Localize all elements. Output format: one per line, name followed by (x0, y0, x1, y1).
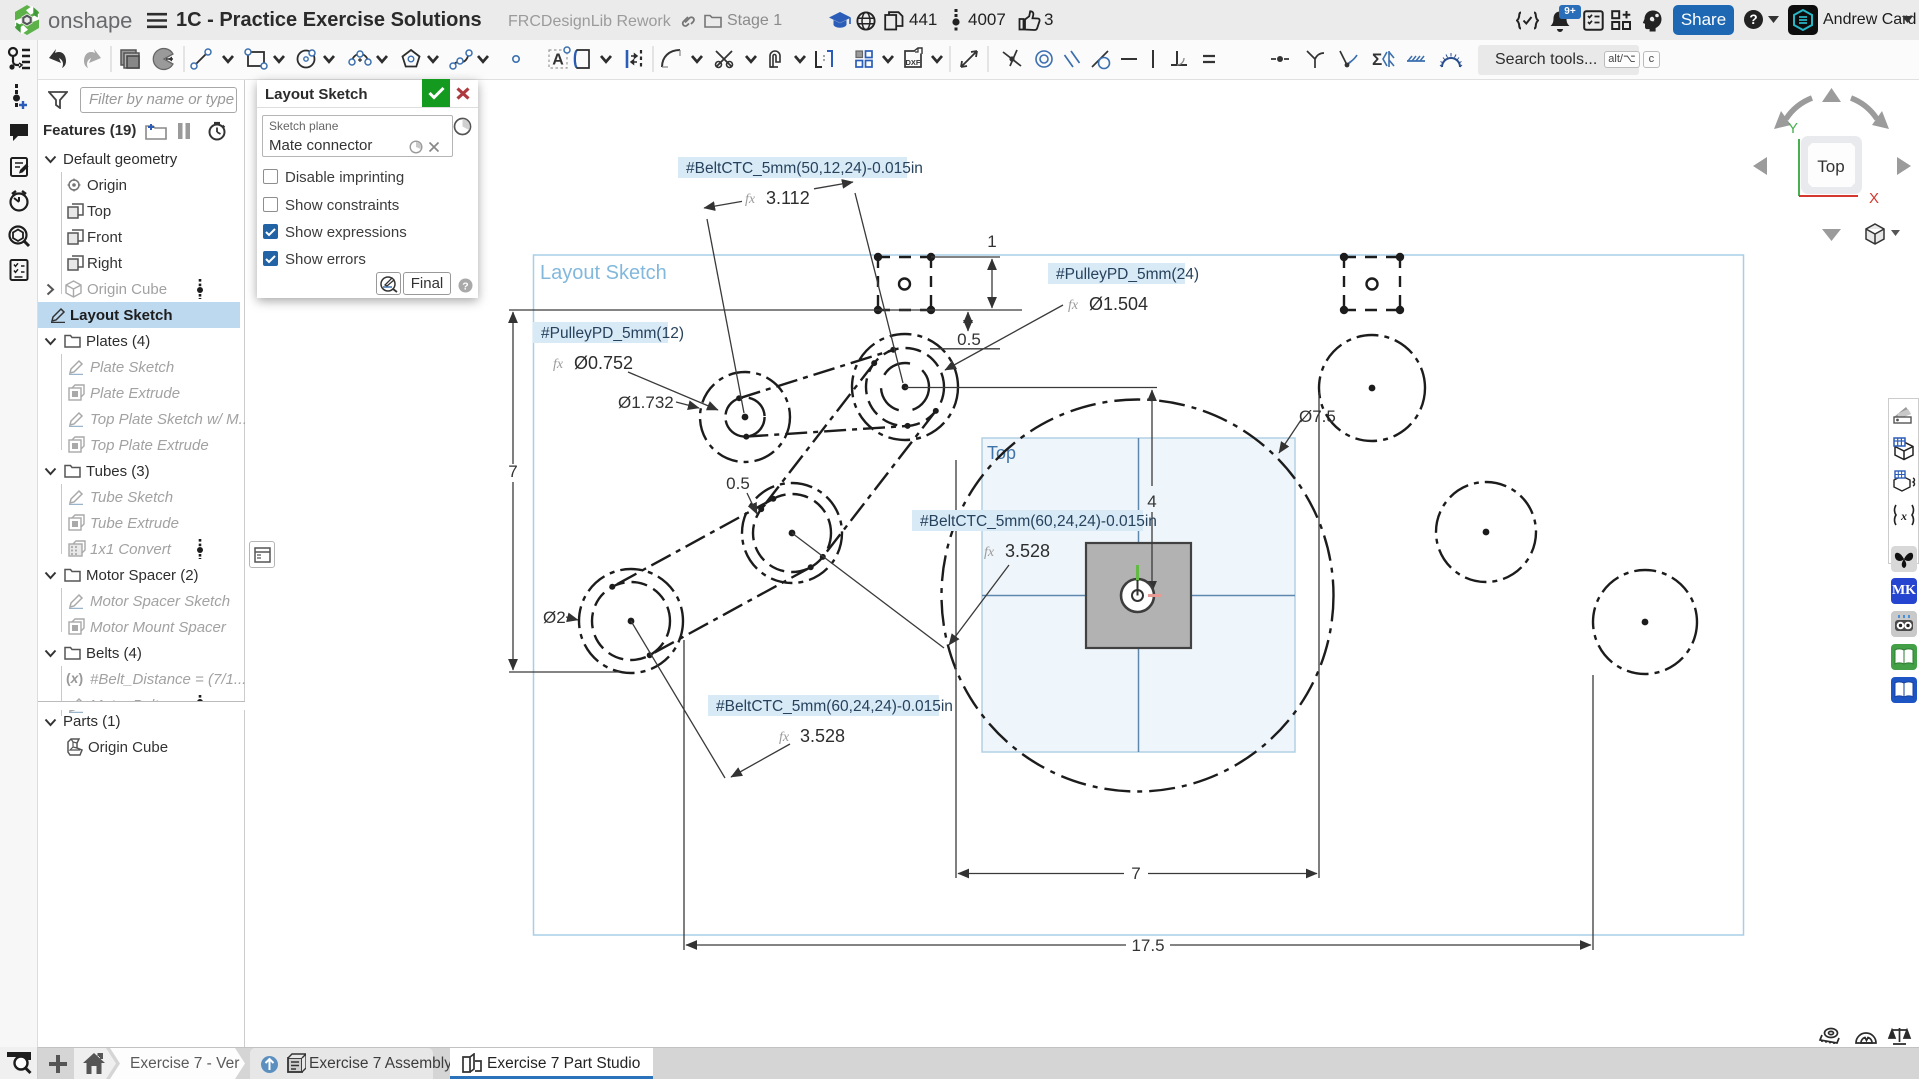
svg-text:0.5: 0.5 (726, 474, 750, 493)
svg-text:fx: fx (984, 545, 995, 560)
svg-text:?: ? (1749, 12, 1757, 27)
svg-text:fx: fx (1068, 298, 1079, 313)
svg-text:Y: Y (1788, 120, 1798, 137)
svg-text:17.5: 17.5 (1131, 936, 1164, 955)
svg-text:#PulleyPD_5mm(12): #PulleyPD_5mm(12) (541, 325, 684, 342)
svg-text:3.528: 3.528 (800, 726, 845, 746)
svg-text:3.112: 3.112 (766, 188, 810, 208)
svg-text:Ø1.504: Ø1.504 (1089, 294, 1148, 314)
svg-text:#BeltCTC_5mm(60,24,24)-0.015in: #BeltCTC_5mm(60,24,24)-0.015in (716, 698, 953, 715)
svg-text:DXF: DXF (906, 58, 921, 67)
svg-text:A: A (552, 52, 564, 69)
svg-text:Ø0.752: Ø0.752 (574, 353, 633, 373)
svg-text:X: X (1869, 190, 1879, 207)
svg-text:4: 4 (1147, 492, 1156, 511)
svg-text:x: x (1900, 509, 1907, 523)
svg-text:7: 7 (508, 462, 517, 481)
svg-text:Layout Sketch: Layout Sketch (540, 262, 667, 284)
svg-text:?: ? (462, 281, 468, 293)
svg-text:fx: fx (553, 357, 564, 372)
svg-text:Top: Top (1817, 157, 1844, 176)
svg-text:#BeltCTC_5mm(50,12,24)-0.015in: #BeltCTC_5mm(50,12,24)-0.015in (686, 160, 923, 177)
svg-text:3.528: 3.528 (1005, 541, 1050, 561)
svg-text:7: 7 (1131, 864, 1140, 883)
svg-text:Σ: Σ (1372, 50, 1382, 69)
svg-text:Ø2: Ø2 (543, 608, 566, 627)
svg-text:fx: fx (779, 730, 790, 745)
svg-text:Ø7.5: Ø7.5 (1299, 407, 1336, 426)
svg-text:#PulleyPD_5mm(24): #PulleyPD_5mm(24) (1056, 266, 1199, 283)
svg-text:#BeltCTC_5mm(60,24,24)-0.015in: #BeltCTC_5mm(60,24,24)-0.015in (920, 513, 1157, 530)
svg-text:fx: fx (745, 192, 756, 207)
svg-text:0.5: 0.5 (957, 330, 981, 349)
svg-text:Ø1.732: Ø1.732 (618, 393, 674, 412)
svg-text:1: 1 (987, 232, 996, 251)
